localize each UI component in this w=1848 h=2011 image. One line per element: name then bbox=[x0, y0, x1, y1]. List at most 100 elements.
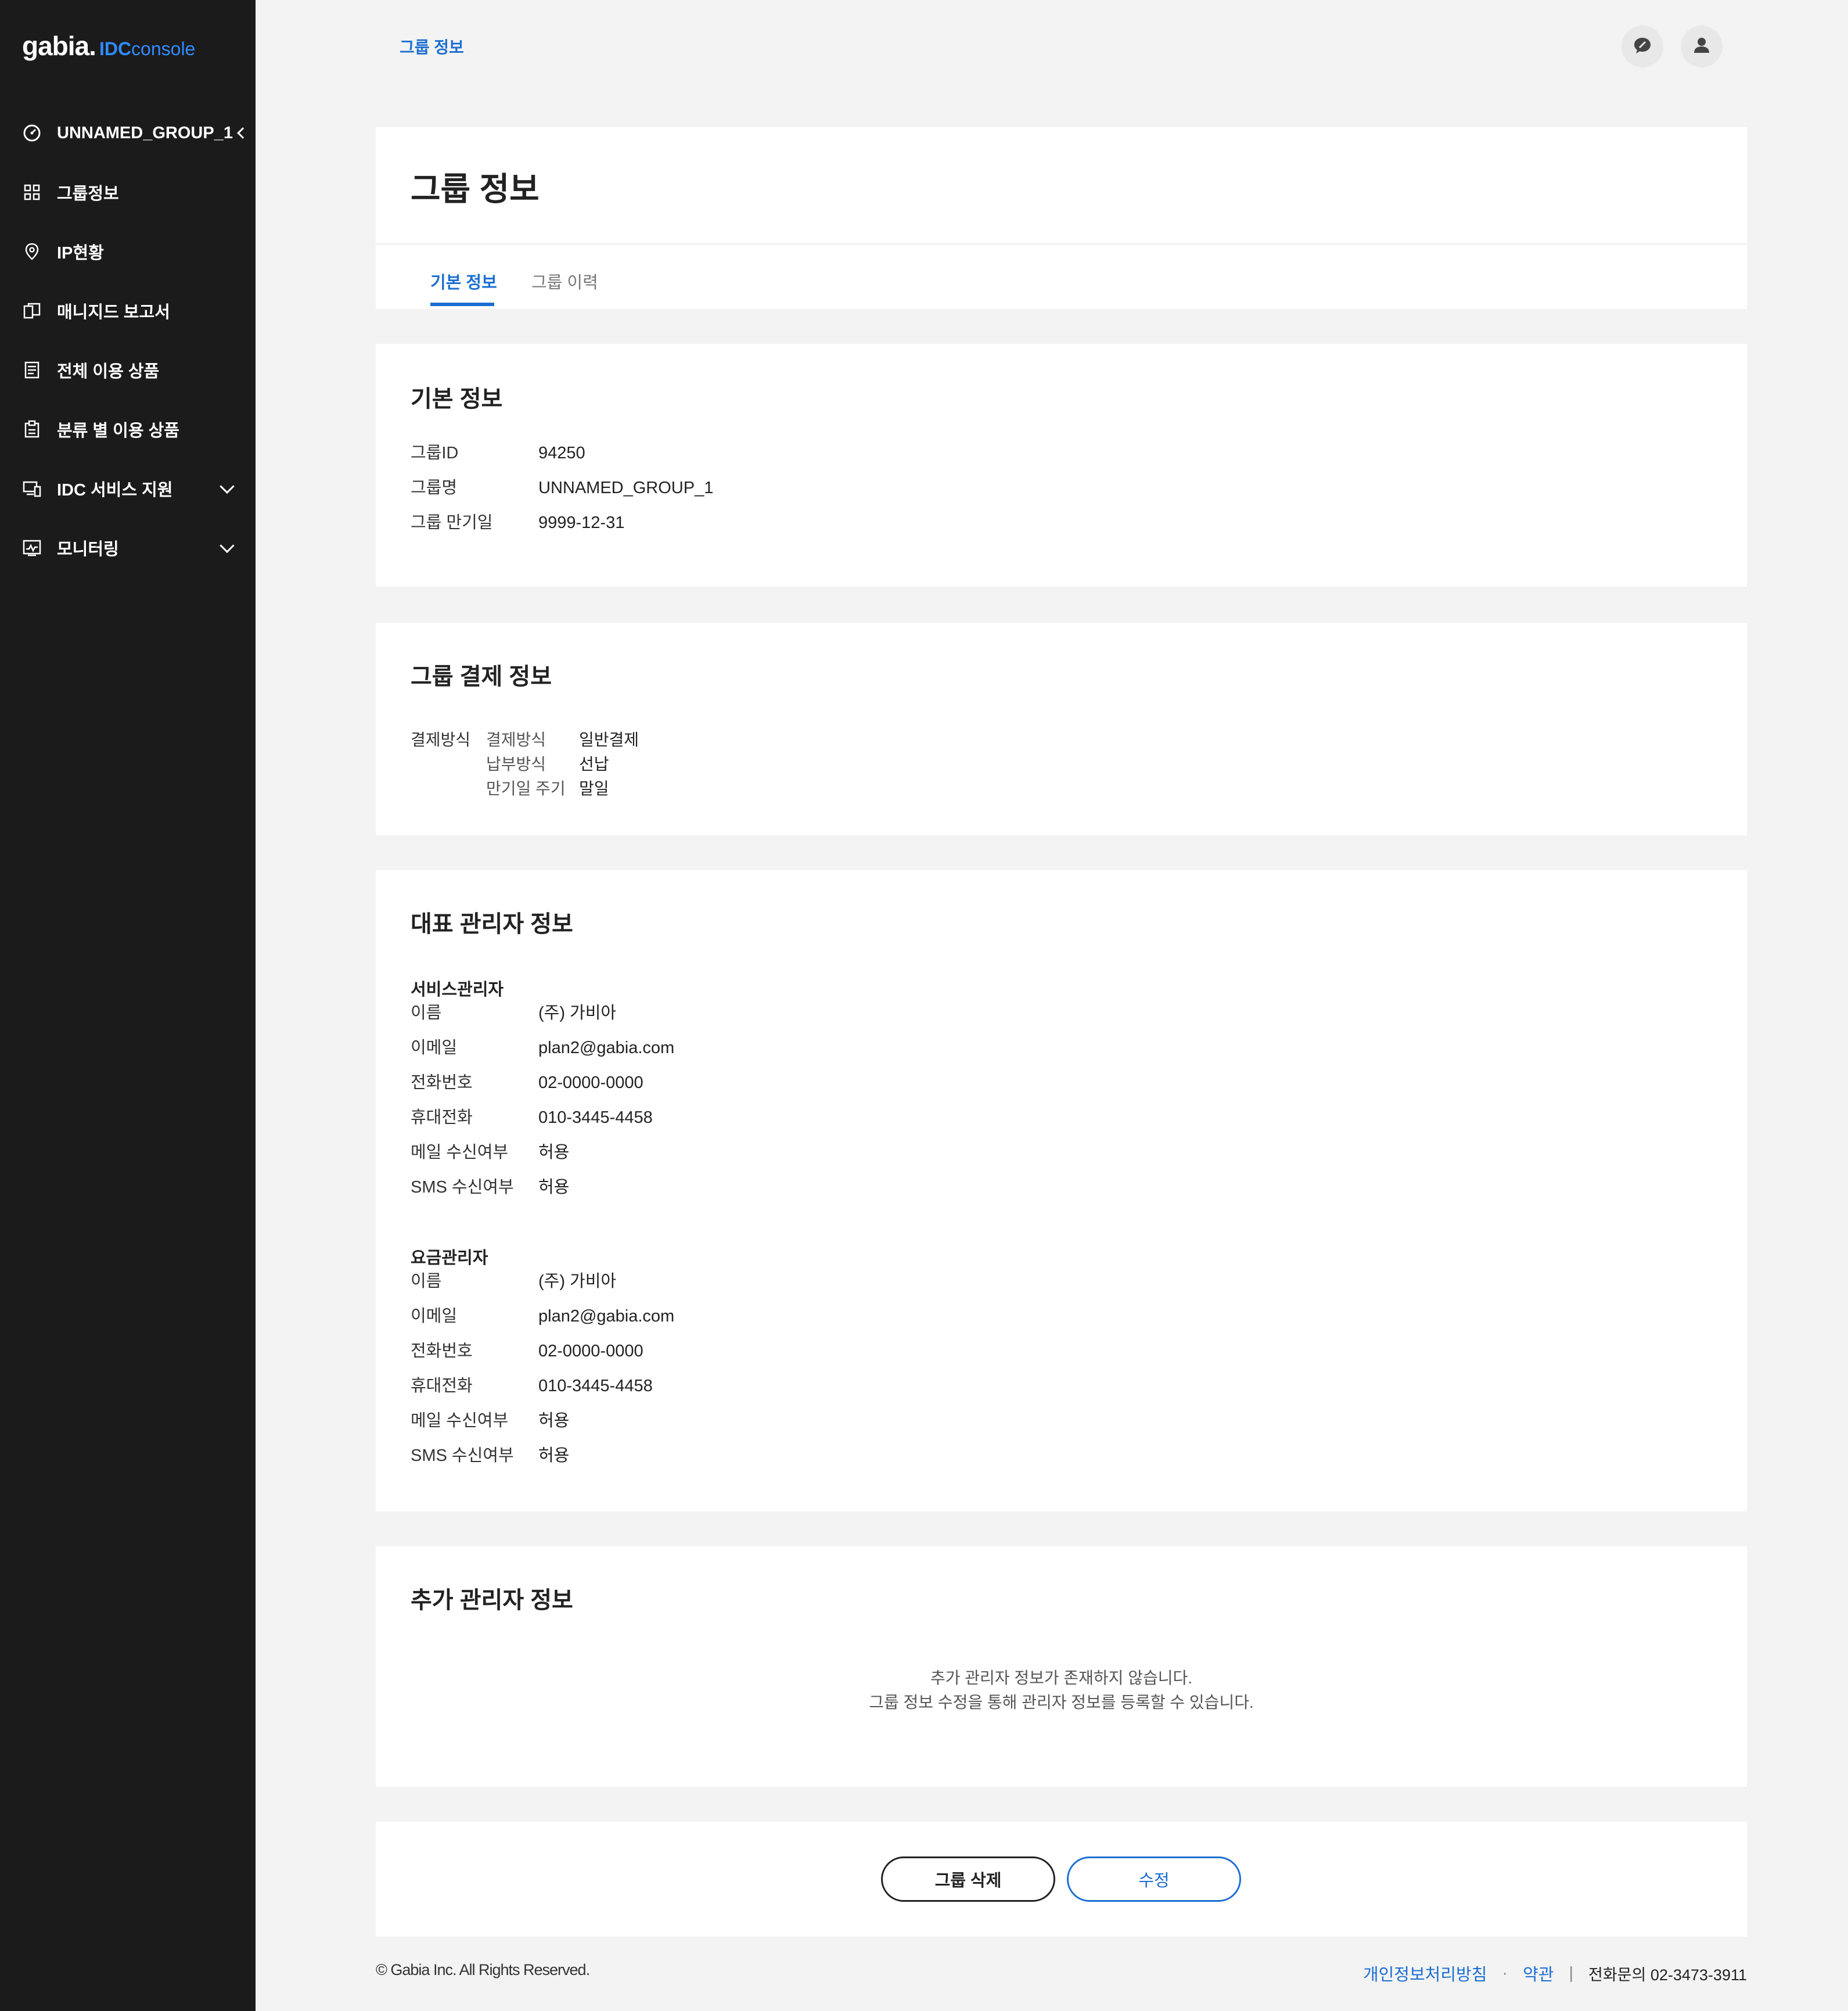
dashboard-icon bbox=[22, 123, 42, 143]
tabs-divider bbox=[376, 243, 1747, 245]
sidebar-item-label: 그룹정보 bbox=[57, 185, 119, 203]
page-title: 그룹 정보 bbox=[411, 171, 540, 207]
sidebar-item-all-products[interactable]: 전체 이용 상품 bbox=[0, 340, 256, 400]
row-label: 전화번호 bbox=[411, 1073, 473, 1092]
row-label: 메일 수신여부 bbox=[411, 1143, 509, 1162]
account-button[interactable] bbox=[1681, 26, 1723, 67]
privacy-policy-link[interactable]: 개인정보처리방침 bbox=[1363, 1961, 1487, 1985]
sidebar-item-group-info[interactable]: 그룹정보 bbox=[0, 163, 256, 222]
actions-card: 그룹 삭제 수정 bbox=[376, 1822, 1747, 1937]
sidebar-nav: UNNAMED_GROUP_1 그룹정보 IP현황 매니지드 보고서 전체 이용… bbox=[0, 103, 256, 577]
admin-info-card: 대표 관리자 정보 서비스관리자 이름 (주) 가비아 이메일 plan2@gabi… bbox=[376, 870, 1747, 1511]
payment-value: 말일 bbox=[579, 780, 609, 798]
sidebar-item-monitoring[interactable]: 모니터링 bbox=[0, 518, 256, 577]
sidebar-item-label: IP현황 bbox=[57, 244, 104, 263]
row-label: 이름 bbox=[411, 1004, 442, 1022]
row-value: (주) 가비아 bbox=[538, 1272, 617, 1291]
empty-message-line2: 그룹 정보 수정을 통해 관리자 정보를 등록할 수 있습니다. bbox=[869, 1693, 1254, 1711]
row-value: 94250 bbox=[538, 444, 585, 462]
sidebar-item-products-by-category[interactable]: 분류 별 이용 상품 bbox=[0, 400, 256, 459]
terms-link[interactable]: 약관 bbox=[1523, 1961, 1554, 1985]
section-title: 대표 관리자 정보 bbox=[411, 911, 573, 937]
billing-admin-title: 요금관리자 bbox=[411, 1249, 488, 1267]
row-value: 9999-12-31 bbox=[538, 513, 625, 532]
row-value: 010-3445-4458 bbox=[538, 1377, 653, 1395]
footer-copyright: © Gabia Inc. All Rights Reserved. bbox=[376, 1961, 590, 1978]
grid-icon bbox=[22, 182, 42, 202]
logo-idc: IDC bbox=[99, 38, 132, 59]
row-label: 그룹ID bbox=[411, 444, 459, 462]
payment-key: 만기일 주기 bbox=[486, 780, 566, 798]
payment-key: 결제방식 bbox=[486, 731, 547, 749]
row-value: 허용 bbox=[538, 1412, 570, 1430]
clipboard-icon bbox=[22, 419, 42, 439]
row-label: 이름 bbox=[411, 1272, 442, 1291]
breadcrumb[interactable]: 그룹 정보 bbox=[400, 35, 464, 58]
sidebar-item-label: IDC 서비스 지원 bbox=[57, 481, 173, 500]
row-value: 허용 bbox=[538, 1178, 570, 1197]
row-value: UNNAMED_GROUP_1 bbox=[538, 479, 714, 497]
service-admin-title: 서비스관리자 bbox=[411, 981, 504, 999]
payment-value: 선납 bbox=[579, 755, 609, 773]
row-label: 휴대전화 bbox=[411, 1377, 473, 1395]
chevron-down-icon bbox=[220, 479, 235, 494]
devices-icon bbox=[22, 479, 42, 498]
row-label: SMS 수신여부 bbox=[411, 1446, 514, 1465]
row-label: 휴대전화 bbox=[411, 1108, 473, 1127]
row-label: 전화번호 bbox=[411, 1342, 473, 1360]
row-label: SMS 수신여부 bbox=[411, 1178, 514, 1197]
row-label: 메일 수신여부 bbox=[411, 1412, 509, 1430]
sidebar-item-ip-status[interactable]: IP현황 bbox=[0, 222, 256, 281]
row-label: 이메일 bbox=[411, 1039, 458, 1057]
list-doc-icon bbox=[22, 360, 42, 380]
row-value: 02-0000-0000 bbox=[538, 1073, 643, 1092]
chat-button[interactable] bbox=[1622, 26, 1663, 67]
chat-bubble-icon bbox=[1631, 34, 1654, 60]
user-icon bbox=[1690, 34, 1713, 60]
active-tab-indicator bbox=[430, 303, 494, 306]
row-value: 010-3445-4458 bbox=[538, 1108, 653, 1127]
chevron-down-icon bbox=[220, 538, 235, 554]
footer-phone: 전화문의 02-3473-3911 bbox=[1588, 1966, 1747, 1984]
sidebar-item-idc-service-support[interactable]: IDC 서비스 지원 bbox=[0, 459, 256, 518]
location-pin-icon bbox=[22, 242, 42, 261]
chevron-left-icon bbox=[237, 127, 249, 139]
sidebar-item-label: 전체 이용 상품 bbox=[57, 362, 160, 381]
section-title: 그룹 결제 정보 bbox=[411, 664, 552, 690]
sidebar-item-group-selector[interactable]: UNNAMED_GROUP_1 bbox=[0, 103, 256, 163]
page-header-card: 그룹 정보 기본 정보 그룹 이력 bbox=[376, 127, 1747, 309]
row-label: 그룹명 bbox=[411, 479, 458, 497]
payment-value: 일반결제 bbox=[579, 731, 639, 749]
sidebar-item-label: 모니터링 bbox=[57, 540, 119, 559]
sidebar-item-label: 매니지드 보고서 bbox=[57, 303, 170, 322]
footer-bar-separator: | bbox=[1569, 1963, 1573, 1983]
payment-method-label: 결제방식 bbox=[411, 731, 471, 749]
section-title: 기본 정보 bbox=[411, 386, 503, 412]
row-label: 그룹 만기일 bbox=[411, 513, 493, 532]
sidebar-item-label: UNNAMED_GROUP_1 bbox=[57, 123, 233, 142]
row-value: (주) 가비아 bbox=[538, 1004, 617, 1022]
basic-info-card: 기본 정보 그룹ID 94250 그룹명 UNNAMED_GROUP_1 그룹 … bbox=[376, 344, 1747, 587]
extra-admin-card: 추가 관리자 정보 추가 관리자 정보가 존재하지 않습니다. 그룹 정보 수정… bbox=[376, 1546, 1747, 1787]
footer-dot-separator: · bbox=[1502, 1963, 1508, 1983]
tab-group-history[interactable]: 그룹 이력 bbox=[531, 269, 598, 293]
payment-key: 납부방식 bbox=[486, 755, 547, 773]
footer-links: 개인정보처리방침 · 약관 | 전화문의 02-3473-3911 bbox=[1363, 1961, 1747, 1985]
edit-button[interactable]: 수정 bbox=[1067, 1856, 1241, 1902]
sidebar-item-label: 분류 별 이용 상품 bbox=[57, 422, 179, 440]
payment-info-card: 그룹 결제 정보 결제방식 결제방식 일반결제 납부방식 선납 만기일 주기 말… bbox=[376, 623, 1747, 835]
row-value: 허용 bbox=[538, 1446, 570, 1465]
report-icon bbox=[22, 301, 42, 321]
row-value: 허용 bbox=[538, 1143, 570, 1162]
monitor-chart-icon bbox=[22, 538, 42, 558]
logo-brand: gabia. bbox=[22, 31, 96, 61]
tab-basic-info[interactable]: 기본 정보 bbox=[430, 269, 497, 293]
row-value: plan2@gabia.com bbox=[538, 1307, 675, 1326]
section-title: 추가 관리자 정보 bbox=[411, 1588, 573, 1613]
delete-group-button[interactable]: 그룹 삭제 bbox=[881, 1856, 1055, 1902]
gabia-idc-console-logo[interactable]: gabia. IDC console bbox=[22, 30, 195, 65]
sidebar-item-managed-report[interactable]: 매니지드 보고서 bbox=[0, 281, 256, 340]
empty-message-line1: 추가 관리자 정보가 존재하지 않습니다. bbox=[930, 1669, 1193, 1687]
row-value: 02-0000-0000 bbox=[538, 1342, 643, 1360]
row-label: 이메일 bbox=[411, 1307, 458, 1326]
